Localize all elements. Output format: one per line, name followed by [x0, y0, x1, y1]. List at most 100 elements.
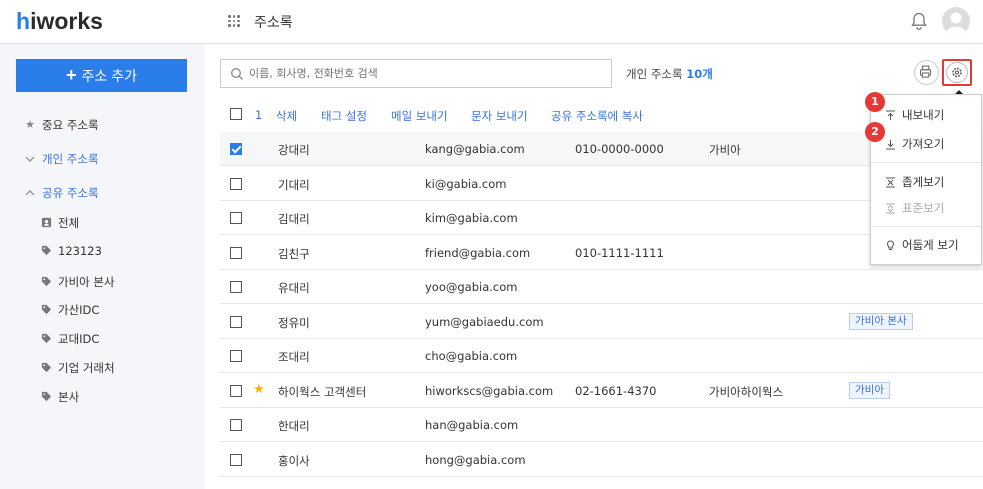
tag-icon [40, 245, 52, 257]
menu-item-compact-view[interactable]: 좁게보기 [885, 174, 944, 190]
contact-phone: 02-1661-4370 [575, 383, 657, 398]
menu-item-standard-view[interactable]: 표준보기 [885, 200, 944, 216]
row-checkbox[interactable] [230, 281, 242, 293]
table-row[interactable]: 홍이사 hong@gabia.com [220, 443, 983, 477]
sidebar: + 주소 추가 ★ 중요 주소록 개인 주소록 공유 주소록 전체 123123… [0, 44, 205, 489]
contact-phone: 010-1111-1111 [575, 245, 664, 260]
settings-button-ring [946, 62, 968, 83]
hiworks-logo[interactable]: hiworks [16, 8, 103, 35]
contact-email: hong@gabia.com [425, 452, 526, 467]
contact-name[interactable]: 정유미 [278, 315, 310, 331]
contact-email: han@gabia.com [425, 418, 519, 432]
row-checkbox[interactable] [230, 177, 242, 190]
contact-count: 개인 주소록 10개 [626, 67, 713, 81]
row-checkbox[interactable] [230, 384, 242, 397]
table-row[interactable]: 조대리 cho@gabia.com [220, 339, 983, 373]
delete-button[interactable]: 삭제 [276, 108, 297, 124]
sidebar-group-gyodae-idc[interactable]: 교대IDC [40, 331, 99, 347]
menu-item-dark-view[interactable]: 어둡게 보기 [885, 237, 959, 253]
contact-phone: 010-0000-0000 [575, 142, 664, 156]
contact-email: cho@gabia.com [425, 349, 518, 363]
search-box[interactable] [220, 59, 612, 88]
tag-setting-button[interactable]: 태그 설정 [321, 108, 367, 124]
copy-to-shared-button[interactable]: 공유 주소록에 복사 [551, 108, 643, 124]
row-checkbox[interactable] [230, 315, 242, 328]
main-content: 개인 주소록 10개 설정 1 삭제 태그 설정 메일 보내기 문자 보내기 공… [205, 44, 983, 489]
row-checkbox[interactable] [230, 453, 242, 466]
contact-email: kang@gabia.com [425, 142, 525, 156]
search-input[interactable] [249, 67, 599, 80]
contact-name[interactable]: 김대리 [278, 211, 310, 227]
sidebar-group-gasan-idc[interactable]: 가산IDC [40, 302, 99, 318]
contact-name[interactable]: 기대리 [278, 177, 310, 193]
standard-view-icon [886, 203, 895, 213]
row-checkbox[interactable] [230, 246, 242, 259]
row-checkbox[interactable] [230, 419, 242, 431]
compact-view-icon [886, 177, 895, 187]
row-checkbox[interactable] [230, 143, 242, 155]
sidebar-group-all[interactable]: 전체 [40, 215, 79, 231]
sidebar-group-business-partners[interactable]: 기업 거래처 [40, 360, 115, 376]
table-row[interactable]: ★ 하이웍스 고객센터 hiworkscs@gabia.com 02-1661-437… [220, 374, 983, 408]
select-all-checkbox[interactable] [230, 108, 242, 120]
settings-menu: 내보내기 가져오기 좁게보기 표준보기 어둡게 보기 [870, 94, 982, 265]
app-title: 주소록 [254, 15, 293, 31]
send-sms-button[interactable]: 문자 보내기 [471, 108, 528, 124]
chevron-down-icon [24, 153, 36, 165]
star-icon: ★ [25, 118, 35, 131]
gear-icon [952, 67, 962, 78]
sidebar-group-headquarters[interactable]: 본사 [40, 389, 79, 405]
contact-tag-badge: 가비아 본사 [849, 312, 913, 330]
sidebar-item-personal[interactable]: 개인 주소록 [24, 151, 99, 167]
callout-badge-1: 1 [865, 92, 885, 112]
sidebar-group-123123[interactable]: 123123 [40, 244, 102, 258]
settings-button[interactable] [942, 59, 972, 86]
bell-icon[interactable] [909, 11, 929, 31]
search-icon [231, 67, 243, 80]
contact-name[interactable]: 하이웍스 고객센터 [278, 384, 366, 400]
table-row[interactable]: 유대리 yoo@gabia.com [220, 270, 983, 304]
table-row[interactable]: 한대리 han@gabia.com [220, 408, 983, 442]
contact-name[interactable]: 한대리 [278, 418, 310, 434]
contact-email: kim@gabia.com [425, 211, 518, 225]
contact-name[interactable]: 홍이사 [278, 453, 310, 469]
contact-name[interactable]: 조대리 [278, 349, 310, 365]
tag-icon [40, 304, 52, 316]
menu-item-export[interactable]: 내보내기 [885, 107, 944, 123]
menu-divider [871, 162, 981, 163]
favorite-star-icon[interactable]: ★ [253, 382, 265, 397]
menu-item-import[interactable]: 가져오기 [885, 136, 944, 152]
contact-email: friend@gabia.com [425, 245, 531, 260]
contact-email: hiworkscs@gabia.com [425, 383, 554, 398]
tag-icon [40, 276, 52, 288]
tag-icon [40, 362, 52, 374]
table-row[interactable]: 기대리 ki@gabia.com [220, 167, 983, 201]
contact-name[interactable]: 유대리 [278, 280, 310, 296]
contact-email: yum@gabiaedu.com [425, 314, 544, 329]
user-avatar[interactable] [942, 7, 970, 35]
export-icon [886, 110, 895, 120]
contact-company: 가비아 [709, 143, 741, 157]
print-button[interactable] [914, 60, 939, 85]
apps-grid-icon[interactable] [228, 15, 240, 27]
plus-icon: + [66, 65, 77, 85]
menu-divider [871, 226, 981, 227]
contact-email: yoo@gabia.com [425, 280, 518, 294]
printer-icon [920, 65, 932, 78]
contact-name[interactable]: 김친구 [278, 246, 310, 262]
sidebar-item-important[interactable]: ★ 중요 주소록 [24, 117, 99, 133]
table-row[interactable]: 김대리 kim@gabia.com [220, 201, 983, 235]
sidebar-group-gabia-hq[interactable]: 가비아 본사 [40, 274, 115, 290]
table-row[interactable]: 정유미 yum@gabiaedu.com 가비아 본사 [220, 305, 983, 339]
row-checkbox[interactable] [230, 212, 242, 224]
row-checkbox[interactable] [230, 350, 242, 362]
contact-card-icon [40, 217, 52, 229]
add-contact-button[interactable]: + 주소 추가 [16, 59, 187, 92]
sidebar-item-shared[interactable]: 공유 주소록 [24, 185, 99, 201]
contact-company: 가비아하이웍스 [709, 384, 784, 399]
tag-icon [40, 333, 52, 345]
contact-name[interactable]: 강대리 [278, 142, 310, 158]
table-row[interactable]: 김친구 friend@gabia.com 010-1111-1111 [220, 236, 983, 270]
send-mail-button[interactable]: 메일 보내기 [391, 108, 448, 124]
chevron-up-icon [24, 187, 36, 199]
